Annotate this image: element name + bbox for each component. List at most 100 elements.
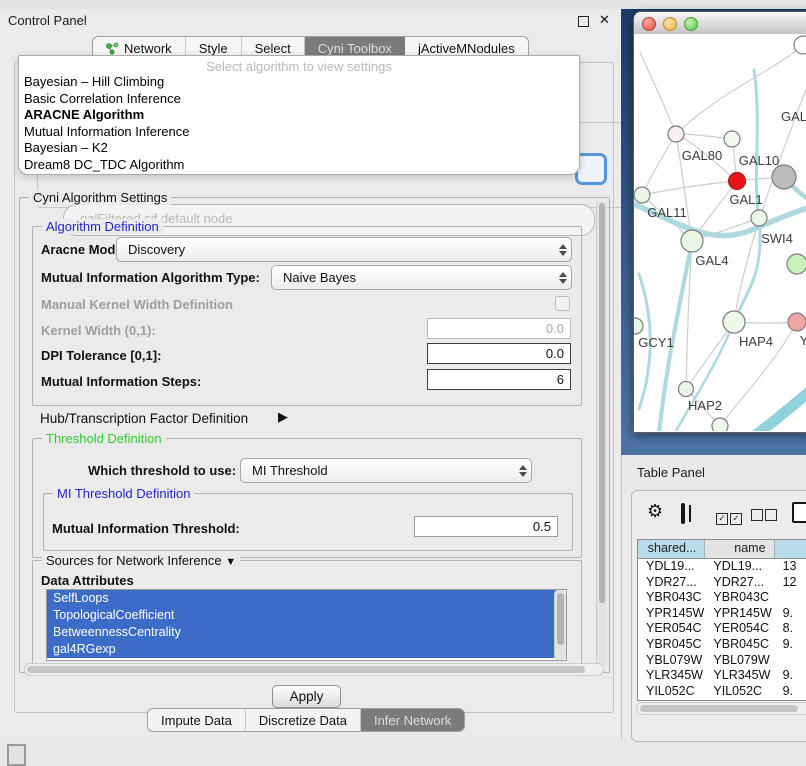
column-header-clipped[interactable] — [775, 540, 806, 558]
algorithm-option-selected[interactable]: ARACNE Algorithm — [19, 107, 579, 124]
node-gal10[interactable] — [724, 131, 740, 147]
select-all-checks-icon[interactable]: ✓✓ — [716, 508, 742, 526]
which-threshold-combo[interactable]: MI Threshold — [240, 458, 532, 483]
cell: YLR345W — [705, 668, 774, 684]
column-header-shared-name[interactable]: shared... — [638, 540, 705, 558]
node-gray[interactable] — [772, 165, 796, 189]
tab-infer-network[interactable]: Infer Network — [361, 709, 464, 731]
tab-select-label: Select — [255, 41, 291, 56]
node-clipped-bottom[interactable] — [712, 418, 728, 431]
mi-threshold-label: Mutual Information Threshold: — [52, 521, 240, 536]
sources-title-text: Sources for Network Inference — [46, 553, 222, 568]
hub-section-label: Hub/Transcription Factor Definition — [40, 411, 248, 426]
settings-horizontal-scrollbar-thumb[interactable] — [27, 666, 585, 673]
node-hap4[interactable] — [723, 311, 745, 333]
settings-vertical-scrollbar-thumb[interactable] — [599, 203, 605, 603]
algorithm-select-popup: Select algorithm to view settings Bayesi… — [18, 55, 580, 175]
attribute-browser-panel: ⚙ ✓✓ shared... name YDL19... YDL19... 13… — [631, 490, 806, 742]
float-icon[interactable] — [578, 16, 589, 27]
algorithm-option[interactable]: Dream8 DC_TDC Algorithm — [19, 157, 579, 174]
list-item[interactable]: SelfLoops — [47, 590, 557, 607]
algorithm-option[interactable]: Bayesian – K2 — [19, 140, 579, 157]
manual-kernel-label: Manual Kernel Width Definition — [41, 297, 233, 312]
tab-impute-data[interactable]: Impute Data — [148, 709, 246, 731]
cell: 9. — [775, 606, 806, 622]
settings-vertical-scrollbar[interactable] — [596, 201, 607, 667]
close-icon[interactable]: ✕ — [599, 12, 610, 28]
aracne-mode-combo[interactable]: Discovery — [116, 237, 572, 262]
mi-threshold-field[interactable]: 0.5 — [414, 516, 558, 537]
spinner-arrows-icon — [555, 272, 571, 284]
node-label: GAL — [781, 109, 806, 124]
table-horizontal-scrollbar-thumb[interactable] — [640, 705, 798, 712]
table-row[interactable]: YBR043C YBR043C — [638, 590, 806, 606]
node-gal4[interactable] — [681, 230, 703, 252]
table-row[interactable]: YBR045C YBR045C 9. — [638, 637, 806, 653]
node-gal11[interactable] — [634, 187, 650, 203]
attributes-list-scrollbar-thumb[interactable] — [557, 593, 564, 645]
table-horizontal-scrollbar[interactable] — [636, 702, 806, 715]
close-window-icon[interactable] — [642, 17, 656, 31]
document-icon[interactable] — [792, 502, 806, 523]
table-row[interactable]: YBL079W YBL079W — [638, 653, 806, 669]
column-header-name[interactable]: name — [705, 540, 774, 558]
tab-discretize-data[interactable]: Discretize Data — [246, 709, 361, 731]
node-clipped-top[interactable] — [794, 36, 806, 54]
node-swi4[interactable] — [751, 210, 767, 226]
table-header-row: shared... name — [638, 540, 806, 559]
aracne-mode-label: Aracne Mode: — [41, 242, 127, 257]
table-row[interactable]: YER054C YER054C 8. — [638, 621, 806, 637]
node-hap2[interactable] — [679, 382, 694, 397]
node-pink-right[interactable] — [788, 313, 806, 331]
cell: YBR043C — [638, 590, 705, 606]
network-graph: GAL GAL80 GAL10 GAL1 GAL11 SWI4 GAL4 GCY… — [634, 34, 806, 431]
table-row[interactable]: YDL19... YDL19... 13 — [638, 559, 806, 575]
algorithm-option[interactable]: Bayesian – Hill Climbing — [19, 74, 579, 91]
list-item[interactable]: TopologicalCoefficient — [47, 607, 557, 624]
attributes-list-scrollbar[interactable] — [554, 590, 566, 660]
zoom-window-icon[interactable] — [684, 17, 698, 31]
manual-kernel-checkbox[interactable] — [555, 296, 570, 311]
node-green-right[interactable] — [787, 254, 806, 274]
tab-style-label: Style — [199, 41, 228, 56]
unselect-all-checks-icon[interactable] — [751, 508, 777, 526]
cell: YPR145W — [705, 606, 774, 622]
clipped-corner-icon[interactable] — [7, 744, 26, 766]
cyni-bottom-tabbar: Impute Data Discretize Data Infer Networ… — [147, 708, 465, 732]
network-desktop: GAL GAL80 GAL10 GAL1 GAL11 SWI4 GAL4 GCY… — [621, 9, 806, 455]
mi-type-combo[interactable]: Naive Bayes — [271, 265, 572, 290]
network-window-titlebar[interactable] — [634, 12, 806, 35]
columns-icon[interactable] — [681, 503, 685, 524]
minimize-window-icon[interactable] — [663, 17, 677, 31]
network-view-window[interactable]: GAL GAL80 GAL10 GAL1 GAL11 SWI4 GAL4 GCY… — [633, 11, 806, 433]
node-gal80[interactable] — [668, 126, 684, 142]
algorithm-option[interactable]: Mutual Information Inference — [19, 124, 579, 141]
dpi-tolerance-field[interactable]: 0.0 — [427, 343, 571, 364]
sources-title: Sources for Network Inference ▼ — [42, 553, 240, 568]
sources-group: Sources for Network Inference ▼ Data Att… — [32, 560, 582, 669]
table-row[interactable]: YDR27... YDR27... 12 — [638, 575, 806, 591]
data-attributes-list[interactable]: SelfLoops TopologicalCoefficient Between… — [46, 589, 567, 661]
algorithm-definition-title: Algorithm Definition — [42, 219, 163, 234]
settings-horizontal-scrollbar[interactable] — [24, 663, 604, 676]
sources-expander-arrow-icon[interactable]: ▼ — [225, 556, 236, 568]
which-threshold-value: MI Threshold — [241, 463, 515, 478]
kernel-width-field[interactable]: 0.0 — [427, 318, 571, 339]
list-item[interactable]: gal4RGexp — [47, 641, 557, 658]
node-gcy1[interactable] — [634, 318, 643, 334]
cell: YIL052C — [705, 684, 774, 700]
node-gal1[interactable] — [729, 173, 746, 190]
cell: 12 — [775, 575, 806, 591]
mi-steps-field[interactable]: 6 — [427, 369, 571, 390]
cell: YBR045C — [705, 637, 774, 653]
network-canvas[interactable]: GAL GAL80 GAL10 GAL1 GAL11 SWI4 GAL4 GCY… — [634, 34, 806, 431]
table-row[interactable]: YIL052C YIL052C 9. — [638, 684, 806, 700]
algorithm-option[interactable]: Basic Correlation Inference — [19, 91, 579, 108]
gear-icon[interactable]: ⚙ — [647, 501, 663, 522]
table-row[interactable]: YLR345W YLR345W 9. — [638, 668, 806, 684]
apply-button[interactable]: Apply — [272, 685, 341, 708]
hub-expander-arrow-icon[interactable]: ▶ — [278, 409, 288, 425]
list-item[interactable]: BetweennessCentrality — [47, 624, 557, 641]
table-row[interactable]: YPR145W YPR145W 9. — [638, 606, 806, 622]
node-label: HAP2 — [688, 398, 722, 413]
